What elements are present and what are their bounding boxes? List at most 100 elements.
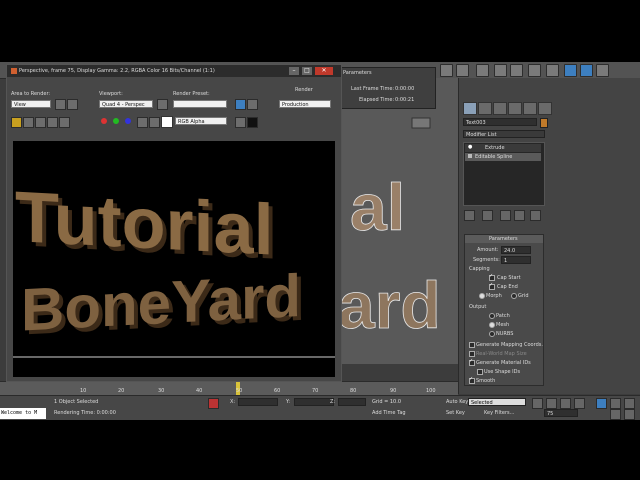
current-frame-field[interactable]: 75 (544, 409, 578, 417)
render-button[interactable]: Render (295, 87, 313, 93)
light-bulb-icon[interactable]: ● (468, 144, 472, 150)
expand-icon[interactable] (468, 154, 472, 158)
show-end-result-icon[interactable] (482, 210, 493, 221)
hierarchy-tab-icon[interactable] (493, 102, 507, 115)
lock-selection-icon[interactable] (208, 398, 219, 409)
motion-tab-icon[interactable] (508, 102, 522, 115)
green-channel-icon[interactable] (113, 118, 119, 124)
align-icon[interactable] (476, 64, 489, 77)
display-tab-icon[interactable] (523, 102, 537, 115)
color-swatch[interactable] (161, 116, 173, 128)
configure-sets-icon[interactable] (530, 210, 541, 221)
key-mode-dropdown[interactable]: Selected (468, 398, 526, 406)
nurbs-radio[interactable] (489, 331, 495, 337)
grid-radio[interactable] (511, 293, 517, 299)
layer-icon[interactable] (494, 64, 507, 77)
render-setup-icon[interactable] (546, 64, 559, 77)
perspective-viewport[interactable]: al ard (342, 78, 458, 364)
auto-key-button[interactable]: Auto Key (446, 399, 468, 405)
alpha-channel-icon[interactable] (137, 117, 148, 128)
set-key-button[interactable]: Set Key (446, 410, 465, 416)
make-unique-icon[interactable] (500, 210, 511, 221)
copy-image-icon[interactable] (23, 117, 34, 128)
create-tab-icon[interactable] (463, 102, 477, 115)
edit-region-icon[interactable] (55, 99, 66, 110)
utilities-tab-icon[interactable] (538, 102, 552, 115)
pin-stack-icon[interactable] (464, 210, 475, 221)
timeline-tick: 20 (118, 388, 125, 394)
auto-region-icon[interactable] (67, 99, 78, 110)
remove-modifier-icon[interactable] (514, 210, 525, 221)
rendered-text-line-1: Tutorial (15, 177, 274, 270)
environment-icon[interactable] (247, 99, 258, 110)
timeline-ticks: 10 20 30 40 50 60 70 80 90 100 (0, 381, 458, 395)
elapsed-value: 0:00:21 (395, 97, 415, 103)
z-coord-field[interactable] (338, 398, 366, 406)
teapot-icon[interactable] (596, 64, 609, 77)
minimize-icon[interactable]: – (289, 67, 299, 75)
smooth-checkbox[interactable] (469, 376, 475, 384)
render-frame-icon[interactable] (564, 64, 577, 77)
mirror-icon[interactable] (456, 64, 469, 77)
material-editor-icon[interactable] (528, 64, 541, 77)
add-time-tag[interactable]: Add Time Tag (372, 410, 406, 416)
next-frame-icon[interactable] (574, 398, 585, 409)
viewport-dropdown[interactable]: Quad 4 - Perspec (99, 100, 153, 108)
render-setup-icon[interactable] (235, 99, 246, 110)
play-icon[interactable] (560, 398, 571, 409)
zoom-icon[interactable] (596, 398, 607, 409)
stack-item-extrude[interactable]: ● Extrude (465, 144, 541, 152)
render-preset-dropdown[interactable] (173, 100, 227, 108)
monochrome-icon[interactable] (149, 117, 160, 128)
lock-viewport-icon[interactable] (157, 99, 168, 110)
close-icon[interactable]: ✕ (315, 67, 333, 75)
real-world-checkbox[interactable] (469, 351, 475, 357)
viewport-label: Viewport: (99, 91, 123, 97)
red-channel-icon[interactable] (101, 118, 107, 124)
amount-spinner[interactable]: 24.0 (501, 246, 531, 254)
maxscript-listener[interactable]: Welcome to M (0, 408, 46, 419)
y-coord-field[interactable] (294, 398, 334, 406)
clear-image-icon[interactable] (59, 117, 70, 128)
channel-dropdown[interactable]: RGB Alpha (175, 117, 227, 125)
pan-icon[interactable] (610, 398, 621, 409)
object-name-field[interactable]: Text003 (463, 118, 537, 126)
blue-channel-icon[interactable] (125, 118, 131, 124)
clone-window-icon[interactable] (35, 117, 46, 128)
toggle-ui-icon[interactable] (247, 117, 258, 128)
field-of-view-icon[interactable] (610, 409, 621, 420)
maximize-icon[interactable]: □ (302, 67, 312, 75)
stack-item-editable-spline[interactable]: Editable Spline (465, 153, 541, 161)
gen-material-checkbox[interactable] (469, 358, 475, 366)
app-window: al ard Text003 Modifier List ● Extrude E… (0, 62, 640, 420)
cap-end-checkbox[interactable] (489, 282, 495, 290)
use-shape-ids-checkbox[interactable] (477, 369, 483, 375)
timeline-tick: 40 (196, 388, 203, 394)
go-to-start-icon[interactable] (532, 398, 543, 409)
timeline-tick: 80 (350, 388, 357, 394)
toggle-ui-overlay-icon[interactable] (235, 117, 246, 128)
graph-editor-icon[interactable] (510, 64, 523, 77)
key-filters-button[interactable]: Key Filters... (484, 410, 514, 416)
cap-start-checkbox[interactable] (489, 273, 495, 281)
modifier-list-dropdown[interactable]: Modifier List (463, 130, 545, 138)
patch-radio[interactable] (489, 313, 495, 319)
mesh-radio[interactable] (489, 322, 495, 328)
morph-radio[interactable] (479, 293, 485, 299)
render-production-icon[interactable] (580, 64, 593, 77)
render-window-titlebar[interactable]: Perspective, frame 75, Display Gamma: 2.… (7, 65, 341, 77)
previous-frame-icon[interactable] (546, 398, 557, 409)
area-to-render-dropdown[interactable]: View (11, 100, 51, 108)
gen-mapping-checkbox[interactable] (469, 342, 475, 348)
save-image-icon[interactable] (11, 117, 22, 128)
modify-tab-icon[interactable] (478, 102, 492, 115)
parameters-rollout-header[interactable]: Parameters (465, 235, 543, 243)
x-coord-field[interactable] (238, 398, 278, 406)
snap-icon[interactable] (440, 64, 453, 77)
print-image-icon[interactable] (47, 117, 58, 128)
orbit-icon[interactable] (624, 398, 635, 409)
maximize-viewport-icon[interactable] (624, 409, 635, 420)
segments-spinner[interactable]: 1 (501, 256, 531, 264)
object-color-swatch[interactable] (540, 118, 548, 128)
render-mode-dropdown[interactable]: Production (279, 100, 331, 108)
